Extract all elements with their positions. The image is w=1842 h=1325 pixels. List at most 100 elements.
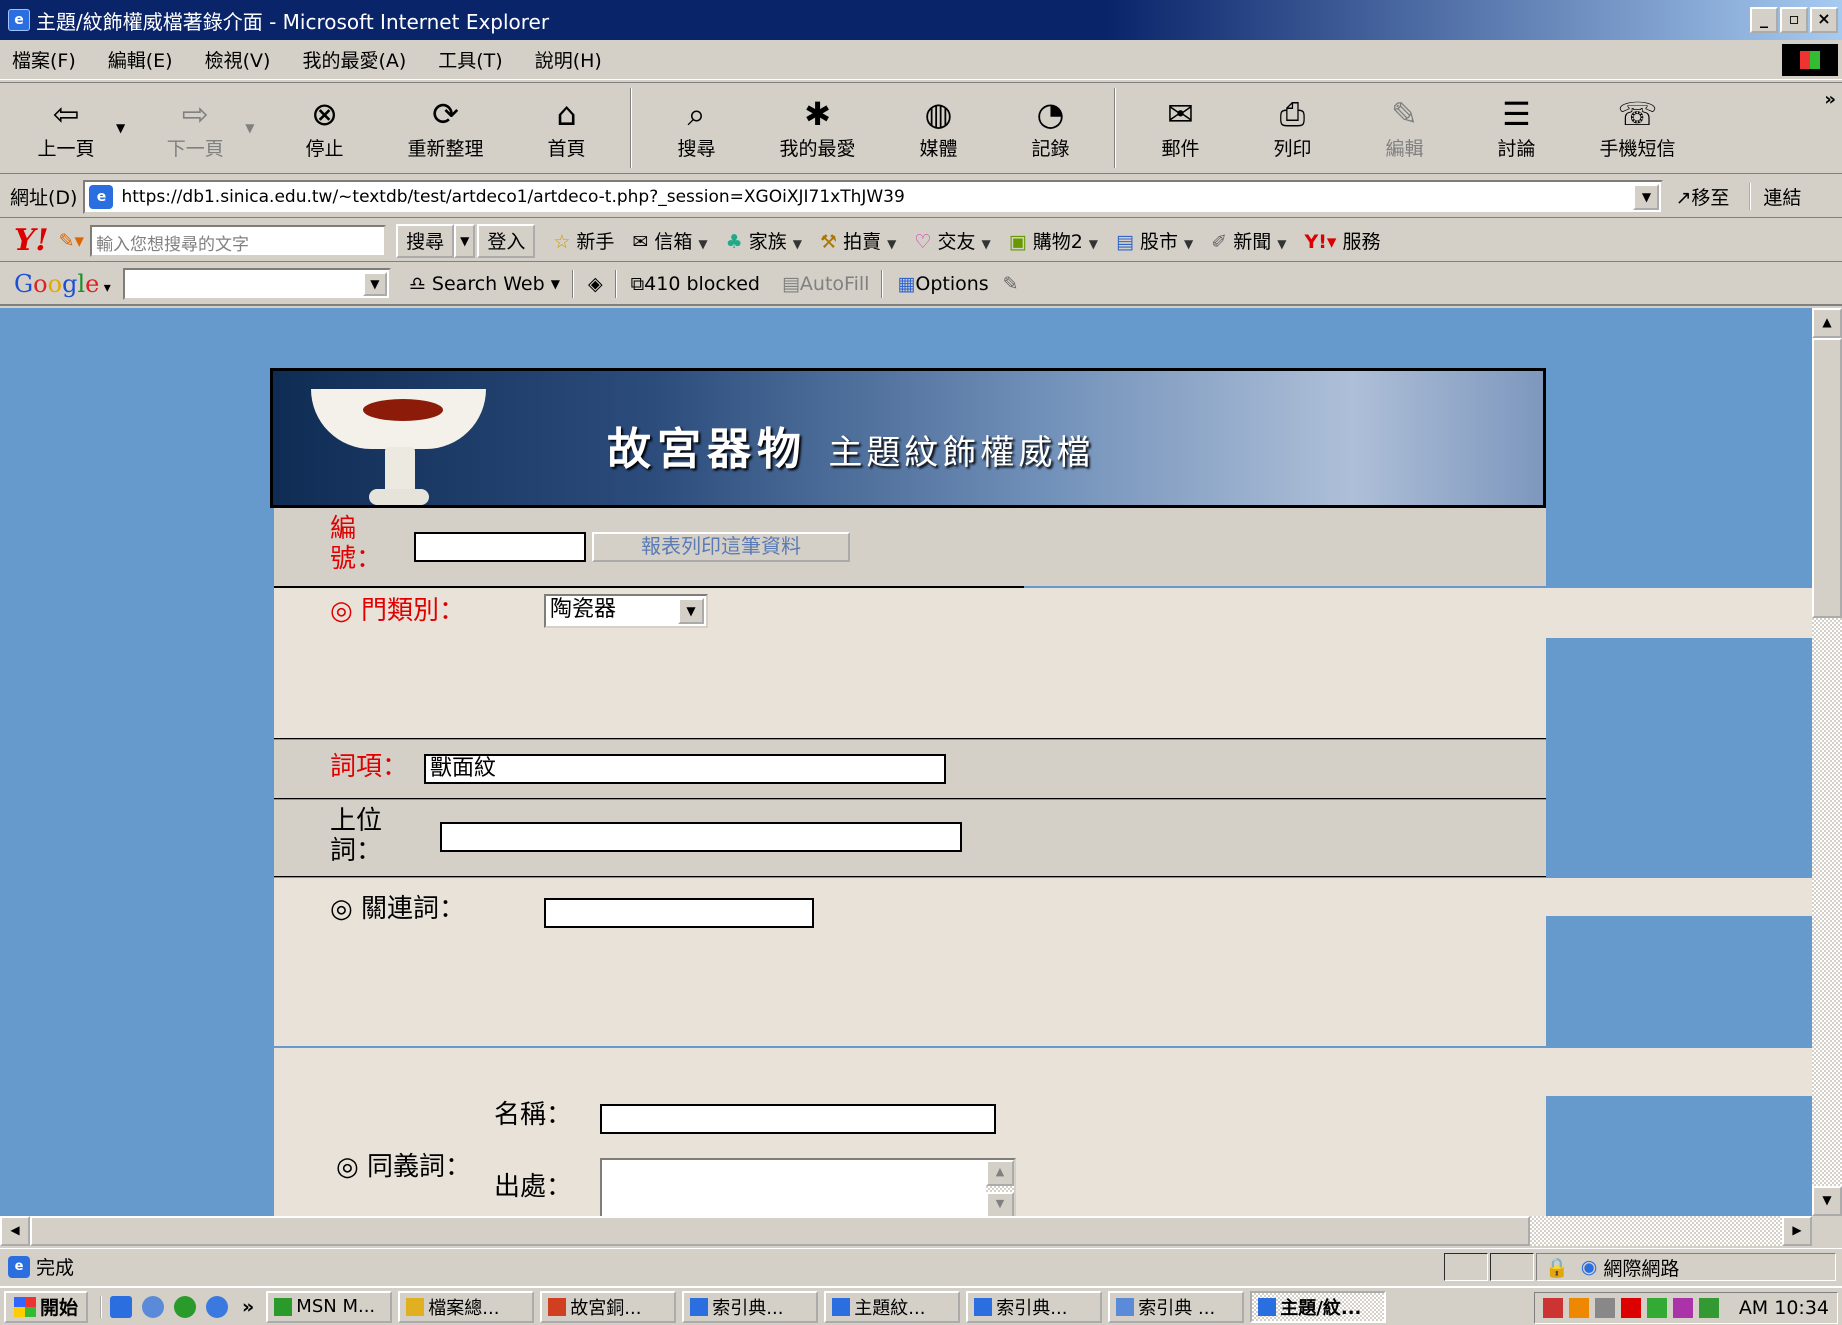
forward-button[interactable]: ⇨ 下一頁 <box>139 86 251 170</box>
windows-flag-icon <box>14 1296 36 1317</box>
yahoo-link-mail[interactable]: ✉ 信箱 ▼ <box>632 227 707 254</box>
popup-blocker-button[interactable]: ⧉ 410 blocked <box>631 273 760 295</box>
tray-app-icon[interactable] <box>1672 1298 1693 1318</box>
yahoo-link-family[interactable]: ♣ 家族 ▼ <box>726 227 802 254</box>
volume-icon[interactable] <box>1594 1298 1615 1318</box>
forward-dropdown-icon[interactable]: ▼ <box>245 121 254 135</box>
tray-app-icon[interactable] <box>1542 1298 1563 1318</box>
close-button[interactable]: × <box>1810 7 1838 33</box>
horizontal-scrollbar[interactable]: ◀ ▶ <box>0 1216 1812 1246</box>
task-palace-bronze[interactable]: 故宮銅... <box>540 1290 677 1323</box>
quicklaunch-expand-icon[interactable]: » <box>242 1296 254 1318</box>
go-button[interactable]: ↗移至 <box>1675 183 1729 210</box>
yahoo-link-newbie[interactable]: ☆ 新手 <box>553 227 614 254</box>
print-button[interactable]: ⎙ 列印 <box>1236 86 1348 170</box>
back-button[interactable]: ⇦ 上一頁 <box>10 86 122 170</box>
ie-quicklaunch-icon[interactable] <box>206 1295 229 1318</box>
mail-button[interactable]: ✉ 郵件 <box>1124 86 1236 170</box>
task-thesaurus-1[interactable]: 索引典... <box>682 1290 819 1323</box>
links-button[interactable]: 連結 <box>1749 183 1801 210</box>
scroll-up-icon[interactable]: ▲ <box>1812 308 1842 338</box>
toolbar-overflow-icon[interactable]: » <box>1824 89 1836 110</box>
horizontal-scroll-thumb[interactable] <box>30 1216 1530 1246</box>
yahoo-login-button[interactable]: 登入 <box>477 223 536 258</box>
pencil-icon[interactable]: ✎▾ <box>59 230 84 252</box>
media-button[interactable]: ◍ 媒體 <box>882 86 994 170</box>
task-thesaurus-3[interactable]: 索引典 ... <box>1108 1290 1245 1323</box>
popup-blocker-icon: ⧉ <box>630 273 645 295</box>
category-select[interactable]: 陶瓷器 ▼ <box>544 594 708 628</box>
scroll-right-icon[interactable]: ▶ <box>1782 1216 1812 1246</box>
options-button[interactable]: ▦ Options <box>897 273 988 295</box>
menu-help[interactable]: 說明(H) <box>535 46 602 73</box>
task-ie-active[interactable]: 主題/紋... <box>1250 1290 1387 1323</box>
yahoo-link-auction[interactable]: ⚒ 拍賣 ▼ <box>820 227 896 254</box>
task-msn[interactable]: MSN M... <box>266 1290 393 1323</box>
autofill-button[interactable]: ▤ AutoFill <box>782 273 869 295</box>
term-input[interactable]: 獸面紋 <box>424 754 946 784</box>
vertical-scroll-thumb[interactable] <box>1812 338 1842 618</box>
print-record-button[interactable]: 報表列印這筆資料 <box>592 532 850 562</box>
synonym-name-input[interactable] <box>600 1104 996 1134</box>
menu-favorites[interactable]: 我的最愛(A) <box>302 46 406 73</box>
tray-app-icon[interactable] <box>1568 1298 1589 1318</box>
task-explorer[interactable]: 檔案總... <box>398 1290 535 1323</box>
discuss-button[interactable]: ☰ 討論 <box>1460 86 1572 170</box>
scroll-up-icon[interactable]: ▲ <box>986 1160 1014 1186</box>
stop-button[interactable]: ⊗ 停止 <box>268 86 380 170</box>
scroll-left-icon[interactable]: ◀ <box>0 1216 30 1246</box>
yahoo-search-dropdown-icon[interactable]: ▼ <box>454 223 476 258</box>
scroll-down-icon[interactable]: ▼ <box>986 1192 1014 1216</box>
refresh-button[interactable]: ⟳ 重新整理 <box>380 86 510 170</box>
yahoo-link-stocks[interactable]: ▤ 股市 ▼ <box>1116 227 1193 254</box>
menu-view[interactable]: 檢視(V) <box>205 46 271 73</box>
menu-edit[interactable]: 編輯(E) <box>108 46 173 73</box>
word-icon <box>832 1297 851 1316</box>
restore-button[interactable]: ▫ <box>1780 7 1808 33</box>
tray-app-icon[interactable] <box>1646 1298 1667 1318</box>
sms-button[interactable]: ☏ 手機短信 <box>1572 86 1702 170</box>
edit-button[interactable]: ✎ 編輯 <box>1348 86 1460 170</box>
synonym-source-textarea[interactable]: ▲ ▼ <box>600 1158 1016 1216</box>
menu-tools[interactable]: 工具(T) <box>438 46 502 73</box>
google-search-input[interactable]: ▼ <box>122 268 391 300</box>
task-thesaurus-2[interactable]: 索引典... <box>966 1290 1103 1323</box>
related-term-input[interactable] <box>544 898 814 928</box>
scroll-down-icon[interactable]: ▼ <box>1812 1186 1842 1216</box>
yahoo-link-services[interactable]: Y!▾ 服務 <box>1304 227 1380 254</box>
back-dropdown-icon[interactable]: ▼ <box>116 121 125 135</box>
textarea-scrollbar[interactable]: ▲ ▼ <box>986 1160 1014 1216</box>
yahoo-link-shopping[interactable]: ▣ 購物2 ▼ <box>1009 227 1098 254</box>
number-input[interactable] <box>414 532 586 562</box>
yahoo-search-input[interactable]: 輸入您想搜尋的文字 <box>90 224 387 257</box>
start-button[interactable]: 開始 <box>4 1290 89 1323</box>
yahoo-search-button[interactable]: 搜尋 <box>396 223 455 258</box>
chevron-down-icon[interactable]: ▼ <box>678 598 704 624</box>
search-button[interactable]: ⌕ 搜尋 <box>640 86 752 170</box>
yahoo-link-dating[interactable]: ♡ 交友 ▼ <box>914 227 990 254</box>
google-search-web-button[interactable]: ♎ Search Web ▼ <box>409 273 560 295</box>
minimize-button[interactable]: _ <box>1750 7 1778 33</box>
task-theme-doc[interactable]: 主題紋... <box>824 1290 961 1323</box>
title-bar: e 主題/紋飾權威檔著錄介面 - Microsoft Internet Expl… <box>0 0 1842 40</box>
address-dropdown-icon[interactable]: ▼ <box>1633 183 1660 210</box>
history-button[interactable]: ◔ 記錄 <box>994 86 1106 170</box>
yahoo-link-news[interactable]: ✐ 新聞 ▼ <box>1211 227 1286 254</box>
media-player-icon[interactable] <box>174 1295 197 1318</box>
favorites-button[interactable]: ✱ 我的最愛 <box>752 86 882 170</box>
broader-term-input[interactable] <box>440 822 962 852</box>
outlook-icon[interactable] <box>110 1295 133 1318</box>
antivirus-icon[interactable] <box>1620 1298 1641 1318</box>
input-method-icon[interactable] <box>1698 1298 1719 1318</box>
page-info-icon[interactable]: ◈ <box>588 273 603 295</box>
menu-file[interactable]: 檔案(F) <box>12 46 76 73</box>
google-logo[interactable]: Google ▾ <box>14 270 111 298</box>
vertical-scrollbar[interactable]: ▲ ▼ <box>1812 308 1842 1216</box>
yahoo-logo[interactable]: Y! <box>14 223 49 258</box>
address-input[interactable]: e https://db1.sinica.edu.tw/~textdb/test… <box>83 179 1664 214</box>
google-input-dropdown-icon[interactable]: ▼ <box>362 272 387 296</box>
clock[interactable]: AM 10:34 <box>1739 1297 1829 1319</box>
home-button[interactable]: ⌂ 首頁 <box>510 86 622 170</box>
highlighter-icon[interactable]: ✎ <box>1003 273 1019 295</box>
network-icon[interactable] <box>142 1295 165 1318</box>
